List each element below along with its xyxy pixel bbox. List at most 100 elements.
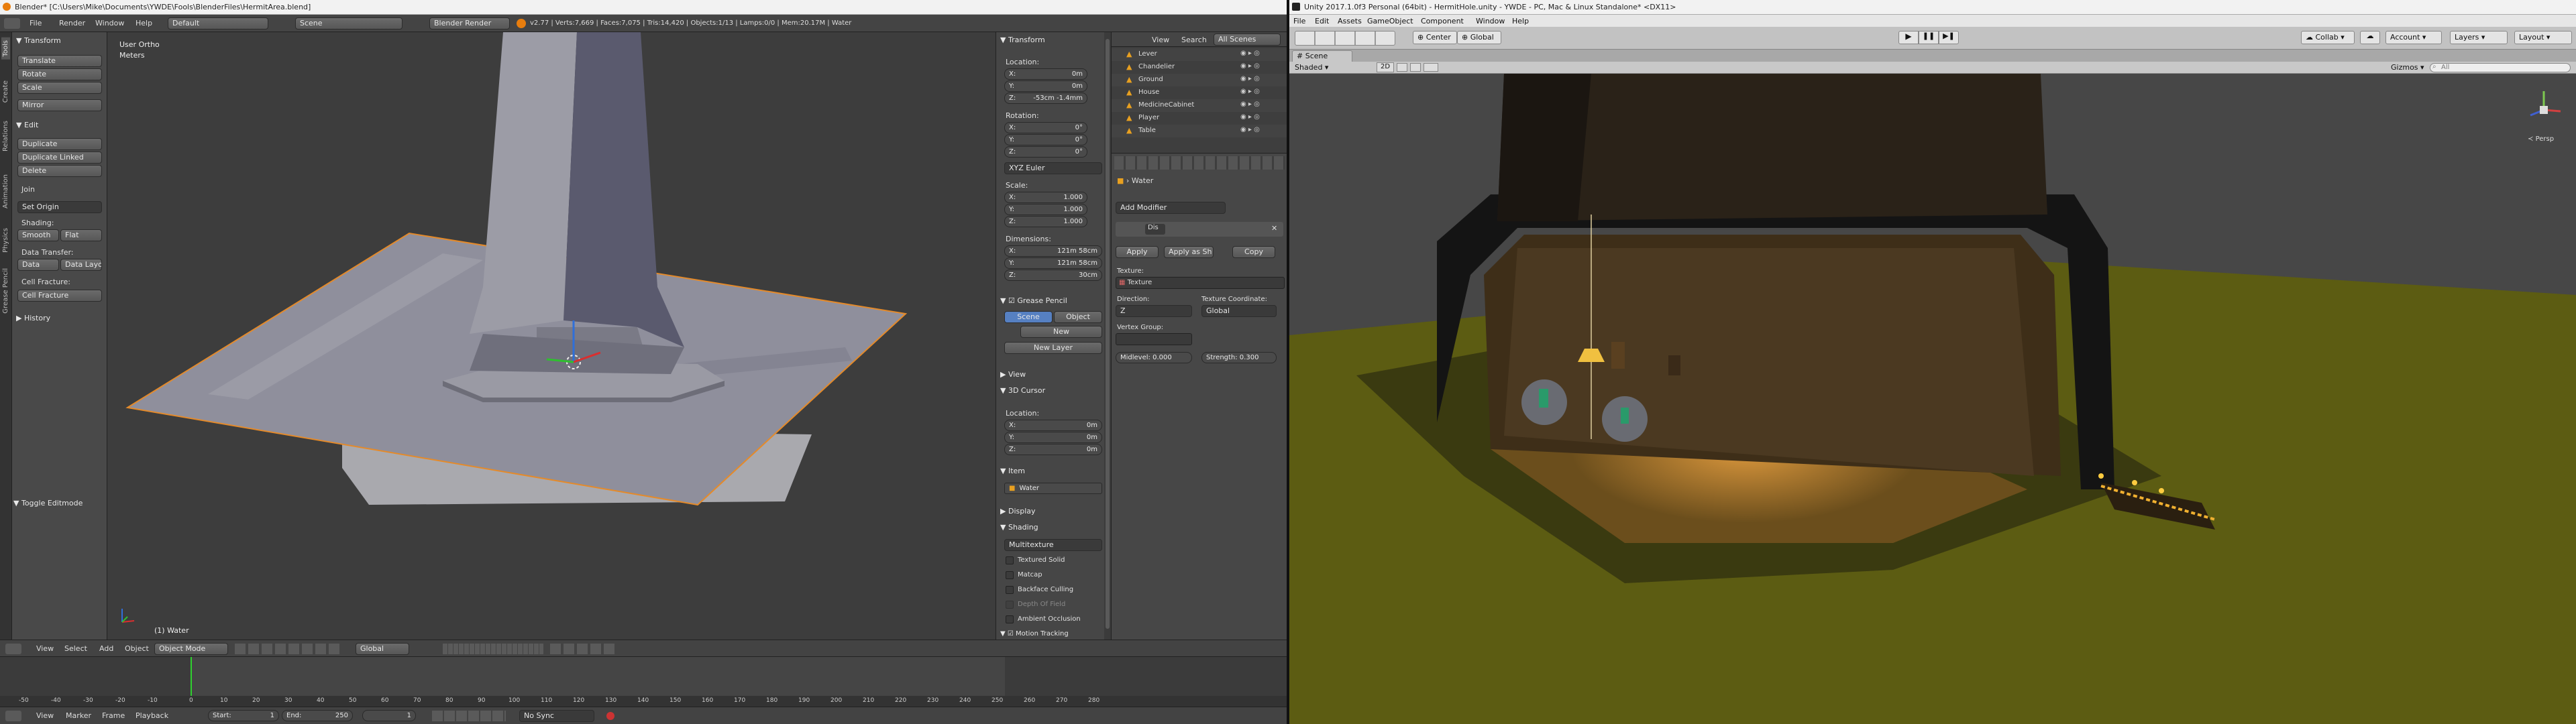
opt-backface-culling-checkbox[interactable] xyxy=(1006,586,1014,594)
outliner-row-lever[interactable]: ▲ Lever ◉ ▸ ◎ xyxy=(1112,48,1287,61)
mode-selector[interactable]: Object Mode xyxy=(154,643,228,655)
display-header[interactable]: ▶ Display xyxy=(1000,507,1036,516)
opt-matcap-checkbox[interactable] xyxy=(1006,571,1014,579)
rotation-y-field[interactable]: Y: 0° xyxy=(1004,134,1087,145)
scale-x-field[interactable]: X: 1.000 xyxy=(1004,192,1087,203)
editor-type-timeline[interactable] xyxy=(5,711,21,721)
motion-tracking-header[interactable]: ▼ ☑ Motion Tracking xyxy=(1000,630,1069,638)
duplicate-linked-button[interactable]: Duplicate Linked xyxy=(17,152,102,164)
midlevel-field[interactable]: Midlevel: 0.000 xyxy=(1116,352,1192,363)
account-button[interactable]: Account ▾ xyxy=(2385,31,2442,44)
pause-button[interactable]: ❚❚ xyxy=(1919,31,1939,44)
rotation-mode-selector[interactable]: XYZ Euler xyxy=(1004,162,1102,174)
opt-textured-solid-checkbox[interactable] xyxy=(1006,556,1014,564)
unity-menu-window[interactable]: Window xyxy=(1476,17,1505,25)
timeline[interactable]: -50 -40 -30 -20 -10 0 10 20 30 40 50 60 … xyxy=(0,657,1287,707)
timeline-playback-menu[interactable]: Playback xyxy=(136,711,168,720)
outliner-display-mode[interactable]: All Scenes xyxy=(1214,34,1281,46)
location-z-field[interactable]: Z: -53cm -1.4mm xyxy=(1004,93,1087,104)
apply-button[interactable]: Apply xyxy=(1116,246,1159,258)
visibility-icons[interactable]: ◉ ▸ ◎ xyxy=(1240,75,1260,82)
play-button[interactable]: ▶ xyxy=(1898,31,1919,44)
pivot-toggle[interactable]: ⊕ Center xyxy=(1413,31,1457,44)
tab-tools[interactable]: Tools xyxy=(1,38,10,60)
opt-depth-of-field-checkbox[interactable] xyxy=(1006,601,1014,609)
modifier-close-icon[interactable]: ✕ xyxy=(1271,224,1277,233)
visibility-icons[interactable]: ◉ ▸ ◎ xyxy=(1240,113,1260,121)
duplicate-button[interactable]: Duplicate xyxy=(17,138,102,150)
outliner-row-chandelier[interactable]: ▲ Chandelier ◉ ▸ ◎ xyxy=(1112,61,1287,74)
visibility-icons[interactable]: ◉ ▸ ◎ xyxy=(1240,126,1260,133)
tab-relations[interactable]: Relations xyxy=(1,118,10,154)
lighting-toggle-icon[interactable] xyxy=(1397,63,1407,72)
scene-search-field[interactable]: ⌕ All xyxy=(2430,63,2571,72)
edit-panel-header[interactable]: ▼ Edit xyxy=(16,121,38,129)
toggle-editmode-header[interactable]: ▼ Toggle Editmode xyxy=(13,499,83,507)
layer-buttons[interactable] xyxy=(443,644,543,654)
history-panel-header[interactable]: ▶ History xyxy=(16,314,50,322)
cloud-icon[interactable]: ☁ xyxy=(2360,31,2380,44)
3d-cursor-header[interactable]: ▼ 3D Cursor xyxy=(1000,386,1045,395)
shading-mode-selector[interactable]: Multitexture xyxy=(1004,539,1102,551)
persp-label[interactable]: ≺ Persp xyxy=(2528,135,2554,143)
2d-toggle[interactable]: 2D xyxy=(1377,62,1394,72)
dimensions-y-field[interactable]: Y: 121m 58cm xyxy=(1004,257,1102,269)
opt-ambient-occlusion-checkbox[interactable] xyxy=(1006,615,1014,623)
menu-file[interactable]: File xyxy=(30,19,42,27)
outliner-search-menu[interactable]: Search xyxy=(1181,36,1207,44)
scale-y-field[interactable]: Y: 1.000 xyxy=(1004,204,1087,215)
visibility-icons[interactable]: ◉ ▸ ◎ xyxy=(1240,50,1260,57)
delete-button[interactable]: Delete xyxy=(17,165,102,177)
cell-fracture-button[interactable]: Cell Fracture xyxy=(17,290,102,302)
dimensions-x-field[interactable]: X: 121m 58cm xyxy=(1004,245,1102,257)
npanel-scrollbar[interactable] xyxy=(1104,32,1111,640)
select-menu[interactable]: Select xyxy=(64,644,87,653)
unity-scene-viewport[interactable]: ≺ Persp xyxy=(1289,74,2576,724)
start-frame-field[interactable]: Start: 1 xyxy=(208,710,279,721)
add-modifier-button[interactable]: Add Modifier xyxy=(1116,202,1226,214)
space-toggle[interactable]: ⊕ Global xyxy=(1457,31,1501,44)
layout-button[interactable]: Layout ▾ xyxy=(2514,31,2572,44)
unity-menu-edit[interactable]: Edit xyxy=(1315,17,1329,25)
tab-create[interactable]: Create xyxy=(1,78,10,105)
view-panel-header[interactable]: ▶ View xyxy=(1000,370,1026,379)
translate-button[interactable]: Translate xyxy=(17,55,102,67)
orientation-selector[interactable]: Global xyxy=(356,643,409,655)
outliner-row-medicinecabinet[interactable]: ▲ MedicineCabinet ◉ ▸ ◎ xyxy=(1112,99,1287,112)
object-menu[interactable]: Object xyxy=(125,644,149,653)
item-header[interactable]: ▼ Item xyxy=(1000,467,1025,475)
tab-physics[interactable]: Physics xyxy=(1,225,10,255)
outliner-row-player[interactable]: ▲ Player ◉ ▸ ◎ xyxy=(1112,112,1287,125)
gizmos-dropdown[interactable]: Gizmos ▾ xyxy=(2391,63,2424,72)
transform-panel-header[interactable]: ▼ Transform xyxy=(16,36,61,45)
outliner-row-table[interactable]: ▲ Table ◉ ▸ ◎ xyxy=(1112,125,1287,137)
mirror-button[interactable]: Mirror xyxy=(17,99,102,111)
texture-field[interactable]: ▦ Texture xyxy=(1116,277,1285,289)
playback-controls[interactable] xyxy=(432,711,506,721)
gp-new-layer-button[interactable]: New Layer xyxy=(1004,342,1102,354)
copy-button[interactable]: Copy xyxy=(1232,246,1275,258)
rotate-button[interactable]: Rotate xyxy=(17,68,102,80)
timeline-frame-menu[interactable]: Frame xyxy=(102,711,125,720)
npanel-scroll-thumb[interactable] xyxy=(1106,39,1110,629)
apply-as-shape-button[interactable]: Apply as Sh xyxy=(1164,246,1214,258)
collab-button[interactable]: ☁ Collab ▾ xyxy=(2301,31,2355,44)
layout-selector[interactable]: Default xyxy=(168,17,268,29)
location-x-field[interactable]: X: 0m xyxy=(1004,68,1087,80)
add-menu[interactable]: Add xyxy=(99,644,113,653)
visibility-icons[interactable]: ◉ ▸ ◎ xyxy=(1240,88,1260,95)
sync-selector[interactable]: No Sync xyxy=(519,710,594,722)
outliner-row-house[interactable]: ▲ House ◉ ▸ ◎ xyxy=(1112,86,1287,99)
record-icon[interactable] xyxy=(606,712,614,720)
gp-new-button[interactable]: New xyxy=(1020,326,1102,338)
scale-z-field[interactable]: Z: 1.000 xyxy=(1004,216,1087,227)
dimensions-z-field[interactable]: Z: 30cm xyxy=(1004,269,1102,281)
timeline-view-menu[interactable]: View xyxy=(36,711,54,720)
transform-tools[interactable] xyxy=(1295,31,1395,46)
snapping-icons[interactable] xyxy=(550,644,617,654)
rotation-z-field[interactable]: Z: 0° xyxy=(1004,146,1087,158)
vertex-group-field[interactable] xyxy=(1116,333,1192,345)
item-name-field[interactable]: ■ Water xyxy=(1004,483,1102,494)
unity-menu-help[interactable]: Help xyxy=(1512,17,1529,25)
unity-menu-file[interactable]: File xyxy=(1293,17,1305,25)
